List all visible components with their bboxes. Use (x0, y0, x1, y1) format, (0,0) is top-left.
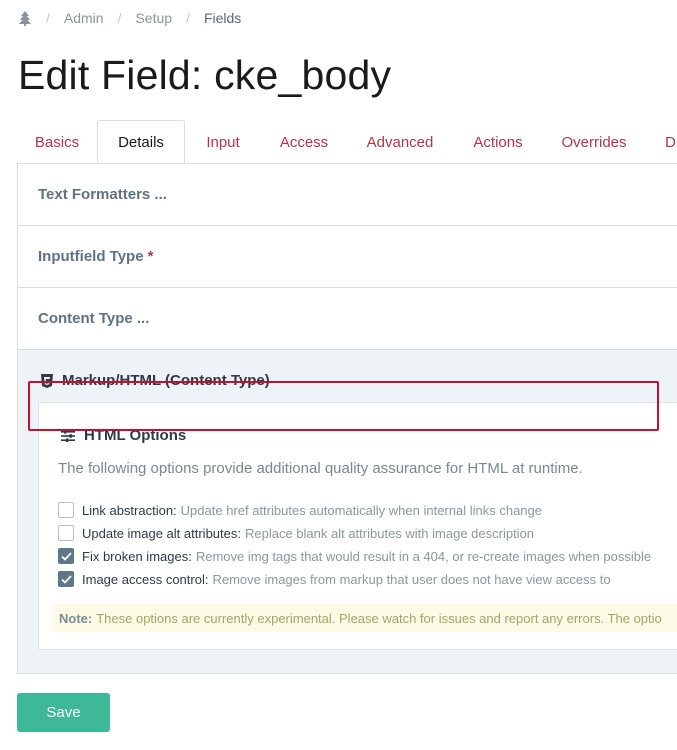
markup-html-fieldset: Markup/HTML (Content Type) HTML Options … (18, 350, 677, 673)
markup-html-title: Markup/HTML (Content Type) (62, 372, 270, 389)
required-marker: * (147, 248, 154, 265)
text-formatters-header[interactable]: Text Formatters ... (18, 164, 677, 226)
option-label: Link abstraction: (82, 502, 177, 518)
option-hint: Replace blank alt attributes with image … (244, 525, 535, 541)
tab-bar: Basics Details Input Access Advanced Act… (17, 120, 677, 164)
experimental-note: Note: These options are currently experi… (53, 604, 677, 632)
link-abstraction-checkbox[interactable] (58, 502, 74, 518)
html-options-header[interactable]: HTML Options (61, 427, 186, 444)
option-link-abstraction[interactable]: Link abstraction: Update href attributes… (58, 502, 542, 518)
html-options-box: HTML Options The following options provi… (38, 402, 677, 650)
breadcrumb-separator: / (186, 10, 190, 26)
tab-actions[interactable]: Actions (453, 120, 543, 163)
tab-details[interactable]: Details (97, 120, 185, 163)
inputfield-type-label: Inputfield Type (38, 248, 144, 265)
breadcrumb-admin[interactable]: Admin (64, 10, 104, 26)
checkmark-icon (60, 574, 72, 584)
html5-icon (41, 373, 53, 388)
sliders-icon (61, 429, 75, 442)
option-hint: Remove img tags that would result in a 4… (195, 548, 652, 564)
checkmark-icon (60, 551, 72, 561)
html-options-description: The following options provide additional… (58, 460, 583, 477)
option-image-access-control[interactable]: Image access control: Remove images from… (58, 571, 611, 587)
option-fix-broken-images[interactable]: Fix broken images: Remove img tags that … (58, 548, 651, 564)
option-hint: Remove images from markup that user does… (212, 571, 611, 587)
text-formatters-label: Text Formatters ... (38, 186, 167, 203)
note-label: Note: (59, 610, 93, 626)
image-access-control-checkbox[interactable] (58, 571, 74, 587)
breadcrumb-separator: / (46, 10, 50, 26)
note-text: These options are currently experimental… (96, 610, 662, 626)
tab-advanced[interactable]: Advanced (347, 120, 453, 163)
option-update-alt[interactable]: Update image alt attributes: Replace bla… (58, 525, 534, 541)
breadcrumb-fields[interactable]: Fields (204, 10, 241, 26)
update-alt-checkbox[interactable] (58, 525, 74, 541)
tab-access[interactable]: Access (261, 120, 347, 163)
tab-more[interactable]: D (645, 120, 677, 163)
tab-overrides[interactable]: Overrides (543, 120, 645, 163)
tree-icon[interactable] (18, 10, 32, 26)
option-label: Update image alt attributes: (82, 525, 241, 541)
save-button[interactable]: Save (17, 693, 110, 732)
page-title: Edit Field: cke_body (18, 52, 392, 98)
content-type-label: Content Type ... (38, 310, 150, 327)
breadcrumb: / Admin / Setup / Fields (18, 8, 241, 28)
markup-html-header[interactable]: Markup/HTML (Content Type) (41, 372, 270, 389)
breadcrumb-separator: / (117, 10, 122, 26)
tab-basics[interactable]: Basics (17, 120, 97, 163)
details-panel: Text Formatters ... Inputfield Type * Co… (17, 164, 677, 674)
tab-input[interactable]: Input (185, 120, 261, 163)
html-options-title: HTML Options (84, 427, 187, 444)
inputfield-type-header[interactable]: Inputfield Type * (18, 226, 677, 288)
fix-broken-images-checkbox[interactable] (58, 548, 74, 564)
option-hint: Update href attributes automatically whe… (180, 502, 542, 518)
breadcrumb-setup[interactable]: Setup (135, 10, 172, 26)
option-label: Image access control: (82, 571, 209, 587)
option-label: Fix broken images: (82, 548, 192, 564)
content-type-header[interactable]: Content Type ... (18, 288, 677, 350)
